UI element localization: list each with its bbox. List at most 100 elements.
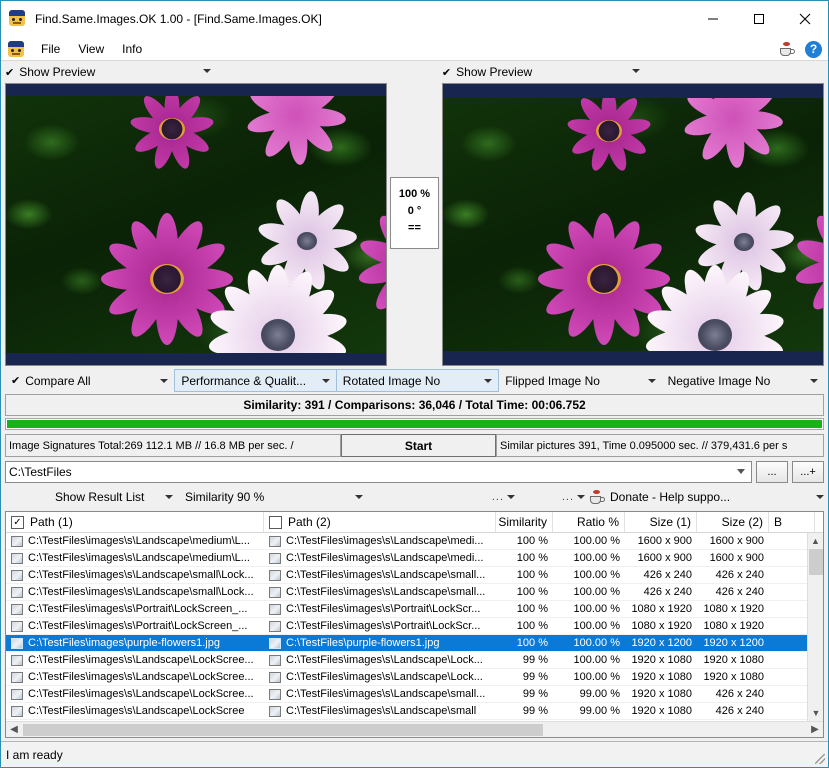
column-header-similarity[interactable]: Similarity	[496, 512, 553, 532]
cell-similarity-text: 100 %	[516, 603, 548, 615]
horizontal-scroll-thumb[interactable]	[23, 724, 543, 736]
chevron-down-icon[interactable]	[165, 495, 173, 499]
chevron-down-icon[interactable]	[321, 378, 330, 383]
cell-ratio: 100.00 %	[553, 635, 625, 651]
donate-label: Donate - Help suppo...	[610, 490, 731, 504]
preview-image-right[interactable]	[441, 83, 824, 366]
cell-path1-text: C:\TestFiles\images\s\Portrait\LockScree…	[28, 620, 248, 632]
cell-size1-text: 1920 x 1080	[631, 654, 692, 666]
option-rotated-image[interactable]: Rotated Image No	[336, 369, 500, 392]
add-folder-button[interactable]: ...+	[792, 461, 824, 483]
scroll-left-icon[interactable]: ◀	[6, 724, 22, 735]
donate-dropdown[interactable]: Donate - Help suppo...	[589, 489, 824, 505]
scroll-right-icon[interactable]: ▶	[807, 724, 823, 735]
table-row[interactable]: C:\TestFiles\images\purple-flowers1.jpg C…	[6, 635, 823, 652]
column-header-path2[interactable]: Path (2)	[264, 512, 496, 532]
option-performance-quality[interactable]: Performance & Qualit...	[174, 369, 337, 392]
show-result-list-label: Show Result List	[55, 490, 145, 504]
table-row[interactable]: C:\TestFiles\images\s\Landscape\LockScre…	[6, 686, 823, 703]
more-options-dropdown-2[interactable]: ...	[523, 491, 589, 503]
vertical-scrollbar[interactable]: ▲ ▼	[807, 533, 823, 721]
chevron-down-icon[interactable]	[484, 378, 493, 383]
close-button[interactable]	[782, 1, 828, 37]
similarity-threshold-dropdown[interactable]: Similarity 90 %	[173, 490, 363, 504]
cell-ratio-text: 100.00 %	[573, 535, 620, 547]
cell-path2: C:\TestFiles\images\s\Landscape\small...	[264, 686, 496, 702]
cell-size1-text: 1920 x 1080	[631, 705, 692, 717]
cell-size2-text: 1920 x 1080	[703, 671, 764, 683]
chevron-down-icon[interactable]	[647, 378, 656, 383]
option-negative-image-label: Negative Image No	[667, 373, 771, 388]
table-row[interactable]: C:\TestFiles\images\s\Portrait\LockScree…	[6, 618, 823, 635]
cell-ratio: 99.00 %	[553, 703, 625, 719]
resize-grip[interactable]	[815, 754, 825, 764]
chevron-down-icon[interactable]	[160, 378, 169, 383]
table-row[interactable]: C:\TestFiles\images\s\Landscape\medium\L…	[6, 550, 823, 567]
select-all-path2-checkbox[interactable]	[269, 515, 282, 529]
chevron-down-icon[interactable]	[203, 69, 211, 73]
chevron-down-icon[interactable]	[507, 495, 515, 499]
cell-size1-text: 1600 x 900	[637, 535, 692, 547]
cell-path2: C:\TestFiles\images\s\Landscape\Lock...	[264, 652, 496, 668]
chevron-down-icon[interactable]	[810, 378, 818, 383]
browse-folder-button[interactable]: ...	[756, 461, 788, 483]
vertical-scroll-thumb[interactable]	[809, 549, 823, 575]
column-header-path1[interactable]: ✓ Path (1)	[6, 512, 264, 532]
image-file-icon	[11, 620, 23, 632]
start-button[interactable]: Start	[341, 434, 496, 457]
cell-ratio-text: 100.00 %	[573, 620, 620, 632]
table-row[interactable]: C:\TestFiles\images\s\Landscape\LockScre…	[6, 669, 823, 686]
scroll-down-icon[interactable]: ▼	[808, 705, 823, 721]
progress-fill	[7, 420, 822, 428]
similarity-summary: Similarity: 391 / Comparisons: 36,046 / …	[5, 394, 824, 416]
more-options-dropdown-1[interactable]: ...	[363, 491, 523, 503]
option-flipped-image[interactable]: Flipped Image No	[499, 369, 661, 392]
table-row[interactable]: C:\TestFiles\images\s\Landscape\LockScre…	[6, 703, 823, 720]
cell-path2-text: C:\TestFiles\images\s\Landscape\small...	[286, 569, 486, 581]
chevron-down-icon[interactable]	[631, 69, 640, 73]
preview-image-left[interactable]	[5, 83, 388, 366]
option-compare-all[interactable]: ✔ Compare All	[5, 369, 174, 392]
cell-path2-text: C:\TestFiles\images\s\Landscape\Lock...	[286, 654, 483, 666]
menu-item-view[interactable]: View	[69, 39, 113, 59]
cell-size2: 1920 x 1200	[697, 635, 769, 651]
chevron-down-icon[interactable]	[577, 495, 585, 499]
help-icon[interactable]: ?	[805, 40, 822, 58]
cell-size1-text: 1920 x 1200	[631, 637, 692, 649]
show-result-list-dropdown[interactable]: Show Result List	[5, 490, 173, 504]
table-row[interactable]: C:\TestFiles\images\s\Portrait\LockScree…	[6, 601, 823, 618]
image-file-icon	[269, 620, 281, 632]
minimize-button[interactable]	[690, 1, 736, 37]
image-file-icon	[11, 569, 23, 581]
path-input[interactable]: C:\TestFiles	[5, 461, 752, 483]
column-header-ratio[interactable]: Ratio %	[553, 512, 625, 532]
table-row[interactable]: C:\TestFiles\images\s\Landscape\LockScre…	[6, 652, 823, 669]
compare-info-card: 100 % 0 ° ==	[389, 177, 439, 249]
table-row[interactable]: C:\TestFiles\images\s\Landscape\small\Lo…	[6, 584, 823, 601]
column-header-size2[interactable]: Size (2)	[697, 512, 769, 532]
chevron-down-icon[interactable]	[816, 495, 824, 499]
menu-item-file[interactable]: File	[32, 39, 69, 59]
image-file-icon	[269, 671, 281, 683]
cell-path1: C:\TestFiles\images\s\Landscape\small\Lo…	[6, 567, 264, 583]
menu-item-info[interactable]: Info	[113, 39, 151, 59]
table-row[interactable]: C:\TestFiles\images\s\Landscape\small\Lo…	[6, 567, 823, 584]
horizontal-scrollbar[interactable]: ◀ ▶	[6, 721, 823, 737]
column-header-size1[interactable]: Size (1)	[625, 512, 697, 532]
coffee-icon[interactable]	[779, 41, 796, 57]
show-preview-right[interactable]: ✔ Show Preview	[442, 61, 824, 83]
chevron-down-icon[interactable]	[737, 469, 745, 474]
maximize-button[interactable]	[736, 1, 782, 37]
image-file-icon	[269, 552, 281, 564]
similarity-threshold-label: Similarity 90 %	[185, 490, 265, 504]
image-file-icon	[11, 688, 23, 700]
option-negative-image[interactable]: Negative Image No	[662, 369, 824, 392]
column-header-b[interactable]: B	[769, 512, 815, 532]
scroll-up-icon[interactable]: ▲	[808, 533, 823, 549]
select-all-path1-checkbox[interactable]: ✓	[11, 515, 24, 529]
chevron-down-icon[interactable]	[355, 495, 363, 499]
table-row[interactable]: C:\TestFiles\images\s\Landscape\medium\L…	[6, 533, 823, 550]
cell-path2: C:\TestFiles\images\s\Landscape\small...	[264, 584, 496, 600]
show-preview-left[interactable]: ✔ Show Preview	[5, 61, 387, 83]
check-icon: ✔	[11, 375, 21, 387]
